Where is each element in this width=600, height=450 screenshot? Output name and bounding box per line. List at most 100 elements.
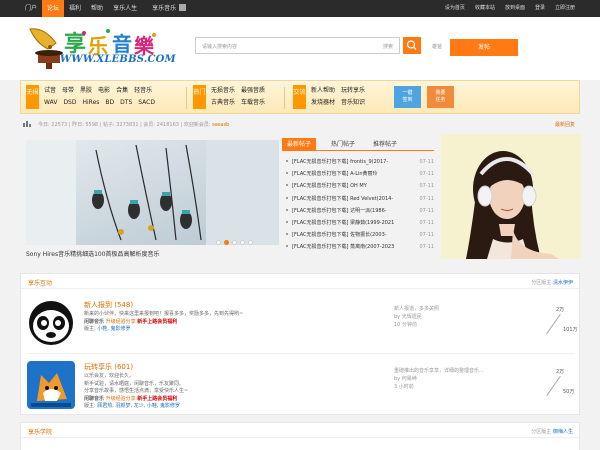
list-item[interactable]: [FLAC无损音乐打包下载] 梁静茹(1999-2021 07-11 (286, 217, 434, 229)
search-button[interactable] (403, 37, 421, 54)
login-link[interactable]: 登录 (530, 0, 550, 17)
cat-link[interactable]: 电影 (98, 85, 110, 97)
thread-title[interactable]: [FLAC无损音乐打包下载] frontis_9(2017- (292, 156, 410, 168)
nav-portal[interactable]: 门户 (20, 0, 42, 17)
cat-link[interactable]: 无损音乐 (211, 85, 235, 97)
thread-title[interactable]: [FLAC无损音乐打包下载] 佐物振长(2003- (292, 229, 410, 241)
subforum-link[interactable]: 升级经验分享 (106, 396, 136, 402)
thread-title[interactable]: [FLAC无损音乐打包下载] Red Velvet(2014- (292, 193, 410, 205)
cat-link[interactable]: 最强音质 (241, 85, 265, 97)
tab-latest[interactable]: 最新帖子 (282, 138, 317, 151)
section-title[interactable]: 享乐互动 (28, 278, 52, 287)
post-button[interactable]: 发帖 (450, 39, 518, 56)
list-item[interactable]: [FLAC无损音乐打包下载] 佐物振长(2003- 07-11 (286, 229, 434, 241)
cat-link[interactable]: 母带 (62, 85, 74, 97)
list-item[interactable]: [FLAC无损音乐打包下载] 达明一派(1986- 07-11 (286, 205, 434, 217)
earphones-image (26, 140, 279, 245)
nav-life[interactable]: 享乐人生 (108, 0, 142, 17)
slider-dot[interactable] (232, 240, 237, 245)
cat-link[interactable]: 黑胶 (80, 85, 92, 97)
mod-label: 分区版主: (531, 280, 553, 286)
panda-avatar-icon[interactable] (27, 299, 75, 347)
forum-description: 以乐会友，欢迎长久。 新手试验，请水晒庭，闲聊音乐，乐友聚同。 分享音乐故事，感… (84, 373, 264, 411)
group-badge: 热门 (193, 85, 206, 109)
cat-link[interactable]: 古典音乐 (211, 97, 235, 109)
search-scope[interactable]: 搜索 (383, 43, 393, 50)
register-link[interactable]: 立即注册 (550, 0, 580, 17)
last-post-title[interactable]: 重磅推出的音乐享享，详细的整理音乐... (394, 367, 489, 375)
subforum-link[interactable]: 新手上路会员福利 (137, 319, 177, 325)
subforum-link[interactable]: 闲聊音乐 (84, 319, 104, 325)
headphone-girl-image[interactable] (441, 134, 581, 259)
thread-title[interactable]: [FLAC无损音乐打包下载] 蒸离南(2007-2023 (292, 241, 410, 253)
bookmark-link[interactable]: 收藏本站 (470, 0, 500, 17)
new-member-link[interactable]: sasasb (212, 122, 229, 128)
cat-link[interactable]: 合集 (116, 85, 128, 97)
slider-dot[interactable] (248, 240, 253, 245)
members-label: 会员: (143, 122, 156, 128)
mod-link[interactable]: 御梅人生 (553, 429, 573, 435)
nav-forum[interactable]: 论坛 (42, 0, 65, 17)
forum-desc-line: 分享音乐故事，感悟生活点滴，享受快乐人生~ (84, 388, 189, 394)
moderator-label: 版主: (84, 403, 96, 409)
subforum-link[interactable]: 升级经验分享 (106, 319, 136, 325)
count-divider (546, 313, 561, 335)
latest-reply-link[interactable]: 最新回复 (555, 121, 575, 128)
cat-link[interactable]: 新人帮助 (311, 85, 335, 97)
list-item[interactable]: [FLAC无损音乐打包下载] frontis_9(2017- 07-11 (286, 156, 434, 168)
cat-link[interactable]: DSD (63, 97, 76, 109)
fox-avatar-icon[interactable] (27, 361, 75, 409)
cat-link[interactable]: 车载音乐 (241, 97, 265, 109)
thread-title[interactable]: [FLAC无损音乐打包下载] OH MY (292, 180, 410, 192)
cat-link[interactable]: DTS (120, 97, 132, 109)
subforum-link[interactable]: 新手上路会员福利 (137, 396, 177, 402)
cat-link[interactable]: 发烧器材 (311, 97, 335, 109)
moderator-links[interactable]: 顾君热, 羽颜梦, 龙少, 小鞋, 鬼影修罗 (97, 403, 180, 409)
list-item[interactable]: [FLAC无损音乐打包下载] OH MY 07-11 (286, 180, 434, 192)
forum-desc-line: 新手试验，请水晒庭，闲聊音乐，乐友聚同。 (84, 380, 185, 387)
last-post-time: 3 小时前 (394, 384, 414, 390)
cat-link[interactable]: 玩转享乐 (341, 85, 365, 97)
sign-in-button[interactable]: 一键 签到 (394, 86, 421, 108)
list-item[interactable]: [FLAC无损音乐打包下载] 蒸离南(2007-2023 07-11 (286, 241, 434, 253)
cat-link[interactable]: HiRes (83, 97, 100, 109)
section-title[interactable]: 享乐学院 (28, 427, 52, 436)
thread-title[interactable]: [FLAC无损音乐打包下载] 达明一派(1986- (292, 205, 410, 217)
section-moderator: 分区版主:清水伊伊 (531, 279, 573, 286)
task-button[interactable]: 我要 任务 (427, 86, 454, 108)
forum-name[interactable]: 新人报到 (548) (84, 300, 133, 310)
cat-link[interactable]: BD (105, 97, 114, 109)
cat-link[interactable]: 轻音乐 (134, 85, 152, 97)
nav-help[interactable]: 帮助 (86, 0, 108, 17)
thread-title[interactable]: [FLAC无损音乐打包下载] A-Lin黄丽玲 (292, 168, 410, 180)
hot-search-word[interactable]: 雄爸 (432, 43, 442, 50)
search-box[interactable]: 请输入搜索内容 搜索 (195, 37, 400, 54)
thread-tabs: 最新帖子 热门帖子 推荐帖子 (282, 138, 434, 151)
slider-dot[interactable] (240, 240, 245, 245)
slider-dot[interactable] (216, 240, 221, 245)
list-item[interactable]: [FLAC无损音乐打包下载] Red Velvet(2014- 07-11 (286, 193, 434, 205)
slider-caption[interactable]: Sony Hires音乐精挑细选100首极品高解析度音乐 (26, 249, 160, 258)
subforum-link[interactable]: 闲聊音乐 (84, 396, 104, 402)
cat-link[interactable]: SACD (138, 97, 155, 109)
forum-name[interactable]: 玩转享乐 (601) (84, 362, 133, 372)
set-homepage-link[interactable]: 设为首页 (440, 0, 470, 17)
last-post-author[interactable]: by 何易绅 (394, 375, 489, 383)
cat-link[interactable]: 音乐知识 (341, 97, 365, 109)
last-post-author[interactable]: by 光辉遗民 (394, 313, 489, 321)
cat-link[interactable]: WAV (44, 97, 57, 109)
thread-title[interactable]: [FLAC无损音乐打包下载] 梁静茹(1999-2021 (292, 217, 410, 229)
cat-link[interactable]: 试音 (44, 85, 56, 97)
featured-slider[interactable] (26, 140, 279, 245)
site-logo[interactable]: 享 乐 音 樂 (26, 23, 171, 75)
mod-link[interactable]: 清水伊伊 (553, 280, 573, 286)
tab-recommended[interactable]: 推荐帖子 (368, 138, 402, 151)
slider-dot-active[interactable] (224, 240, 229, 245)
last-post-title[interactable]: 新人报道，多多关照 (394, 305, 489, 313)
nav-app[interactable]: 享乐音乐 (147, 0, 191, 17)
moderator-links[interactable]: 小鞋, 鬼影修罗 (97, 326, 130, 332)
nav-welfare[interactable]: 福利 (64, 0, 86, 17)
tab-hot[interactable]: 热门帖子 (326, 138, 360, 151)
list-item[interactable]: [FLAC无损音乐打包下载] A-Lin黄丽玲 07-11 (286, 168, 434, 180)
desktop-link[interactable]: 放到桌面 (500, 0, 530, 17)
